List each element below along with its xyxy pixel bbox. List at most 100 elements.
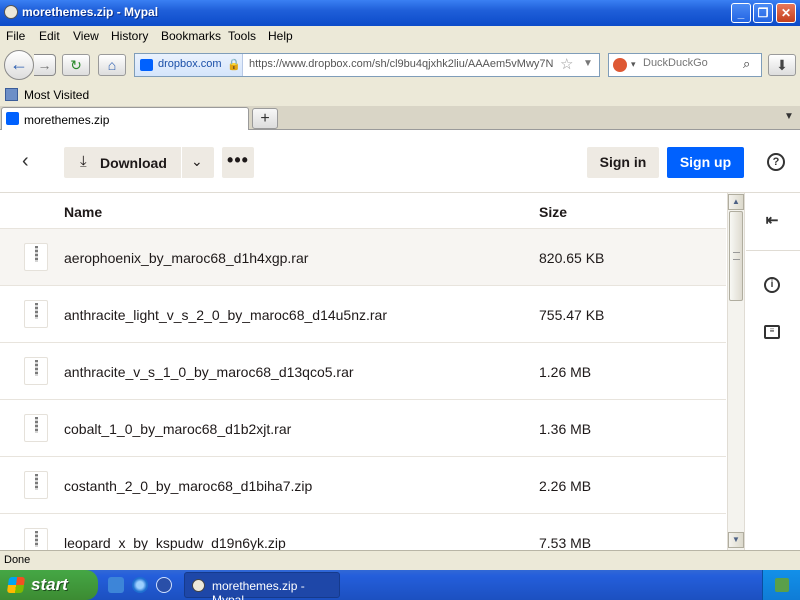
minimize-button[interactable]: _ xyxy=(731,3,751,23)
duckduckgo-icon[interactable] xyxy=(613,58,627,72)
lock-icon: 🔒 xyxy=(227,59,241,71)
file-name[interactable]: aerophoenix_by_maroc68_d1h4xgp.rar xyxy=(64,250,308,266)
file-name[interactable]: leopard_x_by_kspudw_d19n6yk.zip xyxy=(64,535,286,550)
menu-file[interactable]: File xyxy=(6,29,25,43)
quicklaunch-browser-icon[interactable] xyxy=(108,577,124,593)
bookmark-most-visited[interactable]: Most Visited xyxy=(24,88,89,102)
zip-file-icon xyxy=(24,243,48,271)
system-tray xyxy=(762,570,800,600)
file-row[interactable]: cobalt_1_0_by_maroc68_d1b2xjt.rar 1.36 M… xyxy=(0,400,726,457)
mypal-app-icon xyxy=(4,5,18,19)
comment-icon[interactable]: ≡ xyxy=(764,325,780,339)
search-bar[interactable]: ▾ ⌕ xyxy=(608,53,762,77)
site-identity[interactable]: dropbox.com 🔒 xyxy=(135,54,243,76)
search-icon[interactable]: ⌕ xyxy=(743,56,750,72)
file-list: Name Size aerophoenix_by_maroc68_d1h4xgp… xyxy=(0,193,745,550)
search-engine-dropdown-icon[interactable]: ▾ xyxy=(631,59,636,70)
title-bar: morethemes.zip - Mypal _ ❐ ✕ xyxy=(0,0,800,26)
url-bar[interactable]: dropbox.com 🔒 https://www.dropbox.com/sh… xyxy=(134,53,600,77)
file-row[interactable]: anthracite_v_s_1_0_by_maroc68_d13qco5.ra… xyxy=(0,343,726,400)
scrollbar-thumb[interactable] xyxy=(729,211,743,301)
file-size: 2.26 MB xyxy=(539,478,592,494)
file-name[interactable]: anthracite_light_v_s_2_0_by_maroc68_d14u… xyxy=(64,307,387,323)
menu-help[interactable]: Help xyxy=(268,29,293,43)
menu-bookmarks[interactable]: Bookmarks xyxy=(161,29,221,43)
dropbox-header: ‹ ⤓ Download ⌄ ••• Sign in Sign up ? xyxy=(0,130,800,193)
download-icon[interactable]: ⤓ xyxy=(80,153,87,170)
file-size: 1.26 MB xyxy=(539,364,592,380)
site-identity-label: dropbox.com xyxy=(158,58,222,70)
taskbar-item-mypal[interactable]: morethemes.zip - Mypal xyxy=(184,572,340,600)
bookmarks-toolbar: Most Visited xyxy=(0,84,800,106)
file-row[interactable]: anthracite_light_v_s_2_0_by_maroc68_d14u… xyxy=(0,286,726,343)
scroll-up-button[interactable]: ▲ xyxy=(728,194,744,210)
bookmark-star-icon[interactable]: ☆ xyxy=(560,55,573,73)
zip-file-icon xyxy=(24,357,48,385)
forward-button[interactable]: → xyxy=(34,54,56,76)
tab-label: morethemes.zip xyxy=(24,113,110,127)
file-size: 7.53 MB xyxy=(539,535,592,550)
divider xyxy=(181,147,182,178)
navigation-toolbar: ← → ↻ ⌂ dropbox.com 🔒 https://www.dropbo… xyxy=(0,46,800,84)
file-name[interactable]: costanth_2_0_by_maroc68_d1biha7.zip xyxy=(64,478,312,494)
help-icon[interactable]: ? xyxy=(767,153,785,171)
url-text[interactable]: https://www.dropbox.com/sh/cl9bu4qjxhk2l… xyxy=(249,58,559,70)
new-tab-button[interactable]: + xyxy=(252,108,278,129)
mypal-app-icon xyxy=(192,579,205,592)
collapse-sidebar-icon[interactable]: ⇤ xyxy=(762,211,782,231)
file-row[interactable]: costanth_2_0_by_maroc68_d1biha7.zip 2.26… xyxy=(0,457,726,514)
tab-morethemes[interactable]: morethemes.zip xyxy=(1,107,249,130)
taskbar-item-label: morethemes.zip - Mypal xyxy=(212,579,305,600)
downloads-button[interactable]: ⬇ xyxy=(768,54,796,76)
window-title: morethemes.zip - Mypal xyxy=(22,5,159,19)
column-header-name[interactable]: Name xyxy=(64,204,102,220)
menu-bar: File Edit View History Bookmarks Tools H… xyxy=(0,26,800,46)
media-player-icon[interactable] xyxy=(156,577,172,593)
close-button[interactable]: ✕ xyxy=(776,3,796,23)
taskbar: start morethemes.zip - Mypal xyxy=(0,570,800,600)
menu-tools[interactable]: Tools xyxy=(228,29,256,43)
tab-list-icon[interactable]: ▼ xyxy=(784,111,794,122)
chevron-down-icon[interactable]: ⌄ xyxy=(191,153,203,170)
info-icon[interactable]: i xyxy=(764,277,780,293)
right-sidebar-rail: ⇤ i ≡ xyxy=(746,193,800,550)
start-label: start xyxy=(31,575,68,594)
search-input[interactable] xyxy=(643,57,739,69)
menu-edit[interactable]: Edit xyxy=(39,29,60,43)
reload-button[interactable]: ↻ xyxy=(62,54,90,76)
back-chevron-icon[interactable]: ‹ xyxy=(22,150,29,173)
internet-explorer-icon[interactable] xyxy=(132,577,148,593)
vertical-scrollbar[interactable]: ▲ ▼ xyxy=(727,193,744,550)
folder-icon xyxy=(5,88,18,101)
file-row[interactable]: leopard_x_by_kspudw_d19n6yk.zip 7.53 MB xyxy=(0,514,726,550)
status-bar: Done xyxy=(0,550,800,570)
tab-strip: morethemes.zip + ▼ xyxy=(0,106,800,130)
back-button[interactable]: ← xyxy=(4,50,34,80)
file-list-header: Name Size xyxy=(0,193,726,229)
page-content: ‹ ⤓ Download ⌄ ••• Sign in Sign up ? Nam… xyxy=(0,130,800,550)
url-dropdown-icon[interactable]: ▼ xyxy=(583,58,593,69)
sign-in-button[interactable]: Sign in xyxy=(587,147,659,178)
file-size: 755.47 KB xyxy=(539,307,605,323)
menu-history[interactable]: History xyxy=(111,29,148,43)
zip-file-icon xyxy=(24,471,48,499)
download-button-group: ⤓ Download ⌄ xyxy=(64,147,214,178)
dropbox-icon xyxy=(140,59,153,71)
zip-file-icon xyxy=(24,414,48,442)
zip-file-icon xyxy=(24,300,48,328)
file-name[interactable]: anthracite_v_s_1_0_by_maroc68_d13qco5.ra… xyxy=(64,364,354,380)
start-button[interactable]: start xyxy=(0,570,98,600)
home-button[interactable]: ⌂ xyxy=(98,54,126,76)
menu-view[interactable]: View xyxy=(73,29,99,43)
status-text: Done xyxy=(4,554,31,566)
tray-network-icon[interactable] xyxy=(775,578,789,592)
file-name[interactable]: cobalt_1_0_by_maroc68_d1b2xjt.rar xyxy=(64,421,291,437)
sign-up-button[interactable]: Sign up xyxy=(667,147,744,178)
maximize-button[interactable]: ❐ xyxy=(753,3,773,23)
more-options-button[interactable]: ••• xyxy=(222,147,254,178)
column-header-size[interactable]: Size xyxy=(539,204,567,220)
download-button[interactable]: Download xyxy=(100,155,167,171)
zip-file-icon xyxy=(24,528,48,550)
scroll-down-button[interactable]: ▼ xyxy=(728,532,744,548)
file-row[interactable]: aerophoenix_by_maroc68_d1h4xgp.rar 820.6… xyxy=(0,229,726,286)
